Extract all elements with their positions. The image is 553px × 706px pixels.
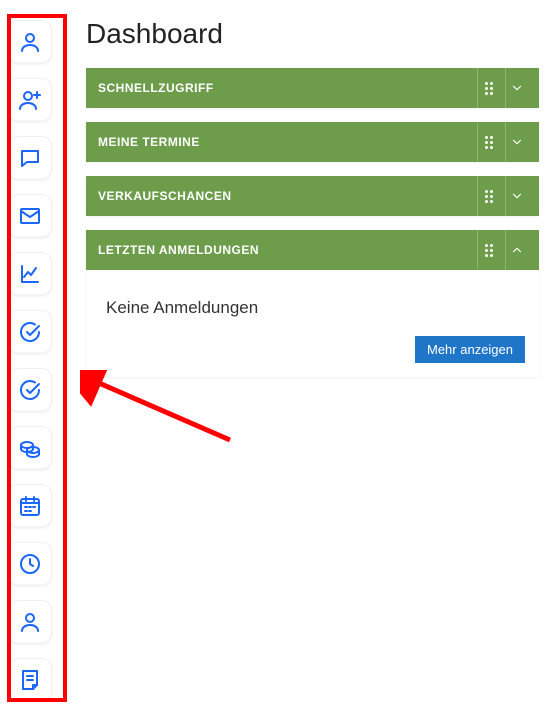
toggle-expand[interactable] (505, 68, 527, 108)
person-icon (18, 30, 42, 54)
panel-title: SCHNELLZUGRIFF (98, 81, 471, 95)
panel-header[interactable]: VERKAUFSCHANCEN (86, 176, 539, 216)
panel-header[interactable]: SCHNELLZUGRIFF (86, 68, 539, 108)
chat-icon (18, 146, 42, 170)
drag-handle[interactable] (477, 68, 499, 108)
sidebar-item-6[interactable] (8, 368, 52, 412)
chevron-up-icon (510, 243, 524, 257)
note-icon (18, 668, 42, 692)
panel-title: VERKAUFSCHANCEN (98, 189, 471, 203)
panel-header[interactable]: LETZTEN ANMELDUNGEN (86, 230, 539, 270)
drag-handle[interactable] (477, 230, 499, 270)
mail-icon (18, 204, 42, 228)
sidebar-item-8[interactable] (8, 484, 52, 528)
panel-verkaufschancen: VERKAUFSCHANCEN (86, 176, 539, 216)
sidebar-item-3[interactable] (8, 194, 52, 238)
chevron-down-icon (510, 135, 524, 149)
sidebar-item-7[interactable] (8, 426, 52, 470)
toggle-collapse[interactable] (505, 230, 527, 270)
drag-dots-icon (485, 190, 493, 203)
sidebar (0, 0, 60, 706)
sidebar-item-4[interactable] (8, 252, 52, 296)
check-circle-icon (18, 320, 42, 344)
panel-schnellzugriff: SCHNELLZUGRIFF (86, 68, 539, 108)
empty-message: Keine Anmeldungen (106, 298, 519, 318)
main-content: Dashboard SCHNELLZUGRIFF MEINE TERMINE (60, 0, 553, 706)
sidebar-item-5[interactable] (8, 310, 52, 354)
sidebar-item-2[interactable] (8, 136, 52, 180)
chart-line-icon (18, 262, 42, 286)
clock-icon (18, 552, 42, 576)
check-circle-icon (18, 378, 42, 402)
sidebar-item-9[interactable] (8, 542, 52, 586)
panel-anmeldungen: LETZTEN ANMELDUNGEN Keine Anmeldungen Me… (86, 230, 539, 377)
sidebar-item-1[interactable] (8, 78, 52, 122)
panel-termine: MEINE TERMINE (86, 122, 539, 162)
show-more-button[interactable]: Mehr anzeigen (415, 336, 525, 363)
panel-header[interactable]: MEINE TERMINE (86, 122, 539, 162)
person-icon (18, 610, 42, 634)
toggle-expand[interactable] (505, 122, 527, 162)
drag-dots-icon (485, 136, 493, 149)
drag-handle[interactable] (477, 122, 499, 162)
panel-title: MEINE TERMINE (98, 135, 471, 149)
drag-handle[interactable] (477, 176, 499, 216)
chevron-down-icon (510, 189, 524, 203)
toggle-expand[interactable] (505, 176, 527, 216)
panel-body: Keine Anmeldungen (86, 270, 539, 336)
sidebar-item-11[interactable] (8, 658, 52, 702)
sidebar-item-10[interactable] (8, 600, 52, 644)
chevron-down-icon (510, 81, 524, 95)
page-title: Dashboard (86, 18, 539, 50)
calendar-icon (18, 494, 42, 518)
panel-title: LETZTEN ANMELDUNGEN (98, 243, 471, 257)
drag-dots-icon (485, 82, 493, 95)
panel-footer: Mehr anzeigen (86, 336, 539, 377)
drag-dots-icon (485, 244, 493, 257)
coins-icon (18, 436, 42, 460)
person-plus-icon (18, 88, 42, 112)
sidebar-item-0[interactable] (8, 20, 52, 64)
